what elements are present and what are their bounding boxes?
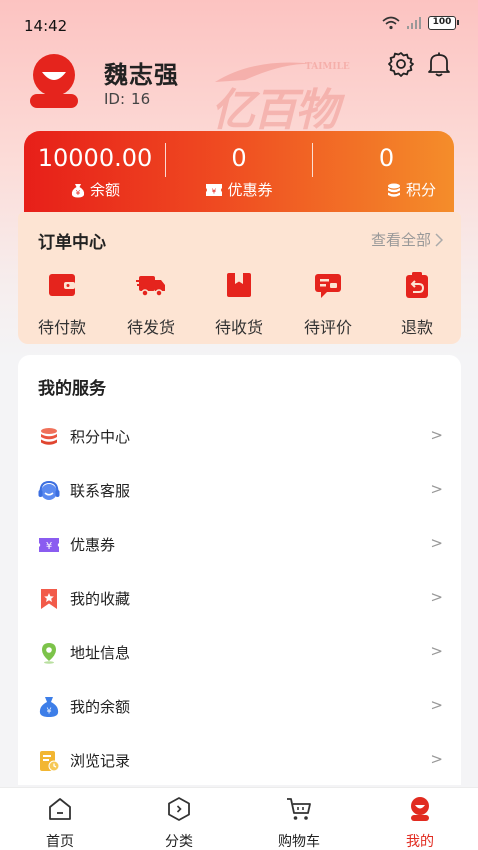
service-label: 优惠券 — [70, 536, 116, 554]
svg-text:¥: ¥ — [46, 707, 51, 716]
tab-category[interactable]: 分类 — [139, 796, 219, 850]
username: 魏志强 — [104, 61, 179, 89]
service-label: 地址信息 — [70, 644, 131, 662]
wifi-icon — [382, 16, 400, 30]
user-id-label: ID: — [104, 90, 126, 108]
cart-icon — [287, 798, 311, 820]
bookmark-icon — [41, 589, 57, 609]
location-pin-icon — [42, 643, 56, 664]
order-item-label: 待收货 — [214, 318, 263, 337]
chevron-right-icon: > — [430, 534, 443, 552]
chevron-right-icon: > — [430, 426, 443, 444]
service-customer-support[interactable]: 联系客服 > — [18, 463, 461, 517]
points-summary[interactable]: 0 积分 — [319, 131, 454, 213]
coupon-value: 0 — [231, 144, 247, 172]
user-id: ID: 16 — [104, 90, 150, 108]
chevron-right-icon: > — [430, 696, 443, 714]
tab-label: 购物车 — [278, 834, 320, 850]
wallet-icon — [49, 274, 75, 296]
points-label: 积分 — [405, 181, 436, 199]
wallet-card: 10000.00 ¥ 余额 0 ¥ 优惠券 0 积分 — [24, 131, 454, 213]
brand-watermark: TAIMILE 亿百物 — [211, 62, 350, 136]
svg-text:¥: ¥ — [46, 541, 52, 552]
ticket-icon: ¥ — [206, 183, 223, 196]
divider — [312, 143, 313, 177]
service-label: 联系客服 — [70, 482, 131, 500]
money-bag-icon: ¥ — [39, 697, 59, 717]
signal-icon — [407, 17, 421, 29]
order-pending-payment[interactable]: 待付款 — [27, 270, 97, 338]
gear-icon — [388, 52, 414, 77]
chevron-right-icon: > — [430, 480, 443, 498]
package-icon — [227, 273, 251, 297]
truck-icon — [136, 276, 165, 297]
service-label: 浏览记录 — [70, 752, 131, 770]
chevron-right-icon: > — [430, 588, 443, 606]
order-pending-shipment[interactable]: 待发货 — [116, 270, 186, 338]
tab-profile[interactable]: 我的 — [380, 796, 460, 850]
balance-summary[interactable]: 10000.00 ¥ 余额 — [30, 131, 160, 213]
svg-text:¥: ¥ — [212, 187, 217, 195]
battery-icon: 100 — [428, 16, 459, 30]
coins-icon — [41, 428, 57, 445]
view-all-orders-link[interactable]: 查看全部 — [371, 229, 443, 250]
order-item-label: 退款 — [400, 318, 433, 337]
coins-icon — [387, 183, 400, 197]
order-center-title: 订单中心 — [38, 233, 106, 253]
order-pending-receipt[interactable]: 待收货 — [204, 270, 274, 338]
order-item-label: 待发货 — [126, 318, 175, 337]
service-label: 积分中心 — [70, 428, 131, 446]
status-icons: 100 — [382, 16, 459, 30]
chevron-right-icon: > — [430, 750, 443, 768]
order-item-label: 待评价 — [303, 318, 352, 337]
balance-value: 10000.00 — [37, 144, 153, 172]
bottom-tab-bar: 首页 分类 购物车 我的 — [0, 787, 478, 850]
notifications-button[interactable] — [425, 50, 453, 78]
order-item-label: 待付款 — [37, 318, 86, 337]
user-id-value: 16 — [131, 90, 151, 108]
service-label: 我的收藏 — [70, 590, 131, 608]
coupon-label: 优惠券 — [227, 181, 273, 199]
order-center: 订单中心 查看全部 待付款 待发货 待收货 待评价 退款 — [18, 212, 461, 344]
service-balance[interactable]: ¥ 我的余额 > — [18, 679, 461, 733]
service-browsing-history[interactable]: 浏览记录 > — [18, 733, 461, 785]
review-icon — [315, 274, 341, 298]
service-address[interactable]: 地址信息 > — [18, 625, 461, 679]
watermark-text: 亿百物 — [211, 85, 339, 136]
tab-label: 首页 — [46, 834, 74, 850]
order-pending-review[interactable]: 待评价 — [293, 270, 363, 338]
chevron-right-icon — [435, 232, 443, 247]
service-points-center[interactable]: 积分中心 > — [18, 409, 461, 463]
coupon-summary[interactable]: 0 ¥ 优惠券 — [174, 131, 304, 213]
points-value: 0 — [378, 144, 395, 172]
divider — [165, 143, 166, 177]
service-favorites[interactable]: 我的收藏 > — [18, 571, 461, 625]
money-bag-icon: ¥ — [71, 183, 85, 197]
balance-label: 余额 — [89, 181, 120, 199]
headset-icon — [38, 480, 60, 500]
category-icon — [168, 797, 190, 821]
view-all-label: 查看全部 — [370, 231, 431, 249]
history-icon — [40, 751, 60, 772]
svg-text:¥: ¥ — [76, 189, 81, 197]
settings-button[interactable] — [387, 50, 415, 78]
chevron-right-icon: > — [430, 642, 443, 660]
status-bar: 14:42 100 — [0, 0, 478, 50]
tab-cart[interactable]: 购物车 — [259, 796, 339, 850]
bell-icon — [428, 52, 450, 77]
tab-home[interactable]: 首页 — [20, 796, 100, 850]
home-icon — [49, 798, 71, 820]
status-time: 14:42 — [24, 17, 68, 35]
order-refund[interactable]: 退款 — [382, 270, 452, 338]
services-panel: 我的服务 积分中心 > 联系客服 > ¥ 优惠券 > 我的收藏 > 地址信息 >… — [18, 355, 461, 785]
service-coupons[interactable]: ¥ 优惠券 > — [18, 517, 461, 571]
services-title: 我的服务 — [38, 379, 106, 399]
coupon-icon: ¥ — [39, 538, 59, 552]
refund-icon — [406, 272, 428, 298]
tab-label: 我的 — [406, 834, 434, 850]
profile-icon — [411, 797, 429, 821]
service-label: 我的余额 — [70, 698, 131, 716]
tab-label: 分类 — [165, 834, 193, 850]
avatar[interactable] — [28, 52, 80, 110]
